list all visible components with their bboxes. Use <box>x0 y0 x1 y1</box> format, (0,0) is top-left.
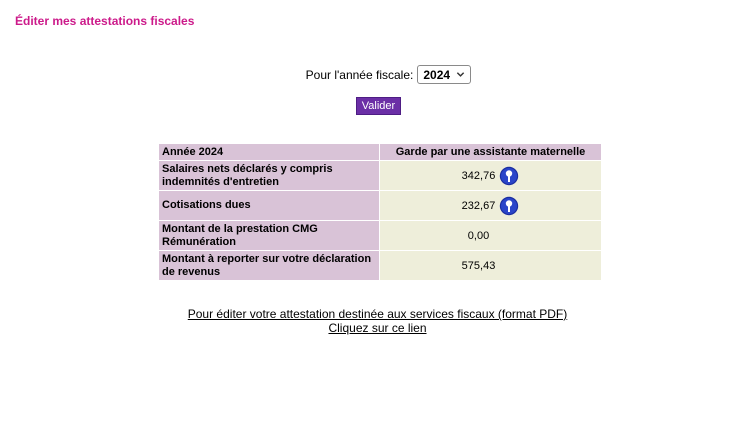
table-row: Montant de la prestation CMG Rémunératio… <box>159 221 601 250</box>
header-year: Année 2024 <box>159 144 379 160</box>
row-label-salaires: Salaires nets déclarés y compris indemni… <box>159 161 379 190</box>
row-label-cotisations: Cotisations dues <box>159 191 379 220</box>
attestation-table: Année 2024 Garde par une assistante mate… <box>158 143 602 281</box>
table-row: Salaires nets déclarés y compris indemni… <box>159 161 601 190</box>
row-value-cmg: 0,00 <box>467 229 490 242</box>
row-value-cell: 575,43 <box>380 251 601 280</box>
year-selector-row: Pour l'année fiscale: 2024 <box>0 65 755 84</box>
header-garde: Garde par une assistante maternelle <box>380 144 601 160</box>
row-value-cell: 342,76 <box>380 161 601 190</box>
table-header-row: Année 2024 Garde par une assistante mate… <box>159 144 601 160</box>
pdf-links: Pour éditer votre attestation destinée a… <box>0 307 755 335</box>
row-value-cell: 232,67 <box>380 191 601 220</box>
year-select[interactable]: 2024 <box>417 65 472 84</box>
chevron-down-icon <box>457 72 465 77</box>
row-label-cmg: Montant de la prestation CMG Rémunératio… <box>159 221 379 250</box>
row-value-salaires: 342,76 <box>461 169 496 182</box>
page-title: Éditer mes attestations fiscales <box>15 14 195 28</box>
year-label: Pour l'année fiscale: <box>305 67 414 82</box>
row-label-montant-reporter: Montant à reporter sur votre déclaration… <box>159 251 379 280</box>
info-icon[interactable] <box>499 166 519 186</box>
info-icon[interactable] <box>499 196 519 216</box>
year-select-value: 2024 <box>423 67 451 82</box>
table-row: Montant à reporter sur votre déclaration… <box>159 251 601 280</box>
pdf-attestation-link[interactable]: Pour éditer votre attestation destinée a… <box>188 307 568 321</box>
submit-row: Valider <box>0 97 755 115</box>
row-value-cotisations: 232,67 <box>461 199 496 212</box>
row-value-montant-reporter: 575,43 <box>461 259 496 272</box>
click-here-link[interactable]: Cliquez sur ce lien <box>328 321 426 335</box>
table-row: Cotisations dues 232,67 <box>159 191 601 220</box>
row-value-cell: 0,00 <box>380 221 601 250</box>
valider-button[interactable]: Valider <box>355 97 402 115</box>
